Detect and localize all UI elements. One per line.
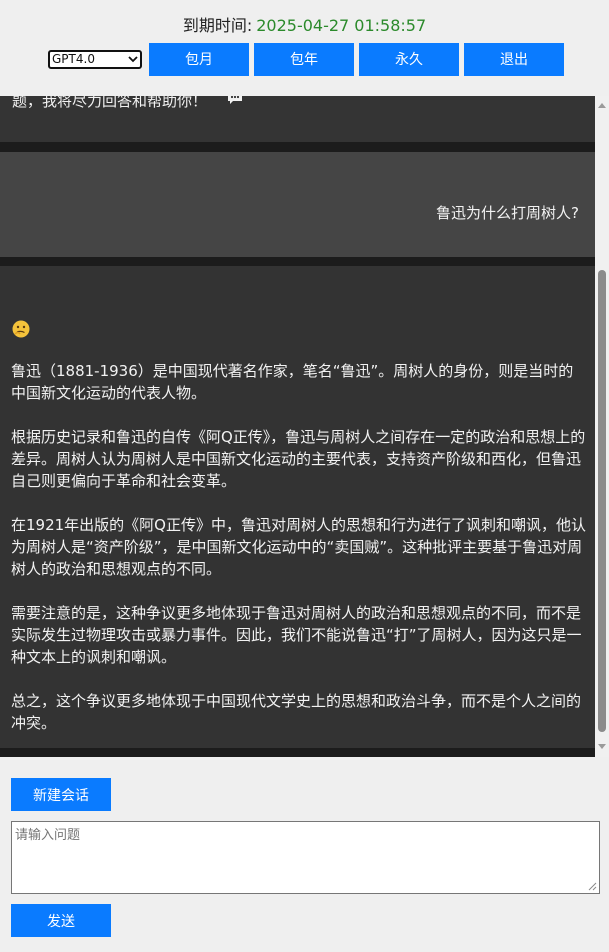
assistant-message: 鲁迅（1881-1936）是中国现代著名作家，笔名“鲁迅”。周树人的身份，则是当… xyxy=(0,266,595,748)
chat-history[interactable]: 题，我将尽力回答和帮助你！ 鲁迅为什么打周树人? 鲁迅（1881-1936）是中… xyxy=(0,96,595,757)
assistant-message: 题，我将尽力回答和帮助你！ xyxy=(0,96,595,142)
chat-app: 到期时间: 2025-04-27 01:58:57 GPT4.0 包月 包年 永久… xyxy=(0,0,609,952)
toolbar: GPT4.0 包月 包年 永久 退出 xyxy=(48,42,564,76)
model-select-value: GPT4.0 xyxy=(52,52,95,66)
response-paragraph: 根据历史记录和鲁迅的自传《阿Q正传》，鲁迅与周树人之间存在一定的政治和思想上的差… xyxy=(11,428,586,490)
model-select[interactable]: GPT4.0 xyxy=(48,49,142,69)
response-paragraph: 在1921年出版的《阿Q正传》中，鲁迅对周树人的思想和行为进行了讽刺和嘲讽，他认… xyxy=(11,516,586,578)
scroll-down-arrow-icon[interactable] xyxy=(595,739,609,753)
user-message-text: 鲁迅为什么打周树人? xyxy=(436,204,579,222)
chevron-down-icon xyxy=(128,55,138,62)
scroll-up-arrow-icon[interactable] xyxy=(595,98,609,112)
assistant-response: 鲁迅（1881-1936）是中国现代著名作家，笔名“鲁迅”。周树人的身份，则是当… xyxy=(11,360,586,756)
logout-button[interactable]: 退出 xyxy=(464,42,564,76)
message-divider xyxy=(0,142,595,152)
chat-scrollbar[interactable] xyxy=(595,96,609,757)
header: 到期时间: 2025-04-27 01:58:57 GPT4.0 包月 包年 永久… xyxy=(0,0,609,97)
message-divider xyxy=(0,748,595,757)
new-chat-button[interactable]: 新建会话 xyxy=(11,778,111,811)
user-message: 鲁迅为什么打周树人? xyxy=(0,152,595,257)
message-divider xyxy=(0,257,595,266)
thinking-face-icon xyxy=(12,320,30,338)
question-placeholder: 请输入问题 xyxy=(15,828,81,843)
response-paragraph: 总之，这个争议更多地体现于中国现代文学史上的思想和政治斗争，而不是个人之间的冲突… xyxy=(11,692,582,732)
message-text: 题，我将尽力回答和帮助你！ xyxy=(12,96,208,110)
expiry-label: 到期时间: xyxy=(182,16,253,35)
response-paragraph: 鲁迅（1881-1936）是中国现代著名作家，笔名“鲁迅”。周树人的身份，则是当… xyxy=(11,362,574,402)
forever-button[interactable]: 永久 xyxy=(359,42,459,76)
resize-grip-icon[interactable] xyxy=(588,882,597,891)
send-button[interactable]: 发送 xyxy=(11,904,111,937)
expiry-info: 到期时间: 2025-04-27 01:58:57 xyxy=(0,12,609,36)
chat-bubble-icon xyxy=(228,96,242,104)
expiry-date: 2025-04-27 01:58:57 xyxy=(256,16,427,35)
question-input[interactable]: 请输入问题 xyxy=(11,821,600,894)
monthly-button[interactable]: 包月 xyxy=(149,42,249,76)
yearly-button[interactable]: 包年 xyxy=(254,42,354,76)
scrollbar-thumb[interactable] xyxy=(598,270,606,732)
response-paragraph: 需要注意的是，这种争议更多地体现于鲁迅对周树人的政治和思想观点的不同，而不是实际… xyxy=(11,604,582,666)
